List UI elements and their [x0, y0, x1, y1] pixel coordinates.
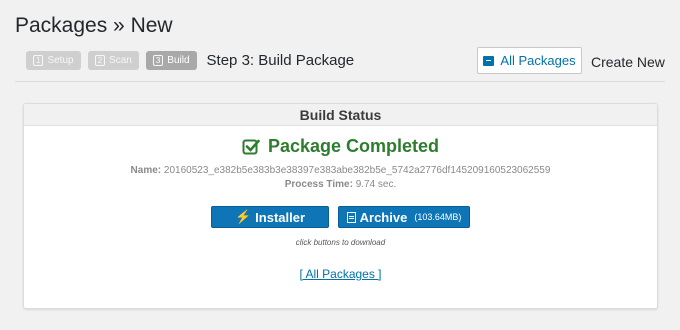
name-label: Name: — [130, 165, 162, 176]
installer-download-button[interactable]: ⚡ Installer — [211, 206, 329, 228]
archive-label: Archive — [359, 209, 408, 225]
time-value: 9.74 sec. — [355, 179, 397, 190]
step-number: 1 — [33, 55, 44, 66]
step-scan: 2 Scan — [87, 51, 139, 70]
page-title: Packages » New — [15, 14, 173, 37]
step-setup: 1 Setup — [26, 51, 81, 70]
step-label: Scan — [109, 55, 132, 66]
step-number: 3 — [152, 55, 164, 66]
archive-download-button[interactable]: Archive (103.64MB) — [338, 206, 470, 228]
panel-title: Build Status — [24, 104, 657, 126]
download-hint: click buttons to download — [295, 238, 386, 247]
all-packages-button[interactable]: All Packages — [477, 47, 582, 74]
all-packages-link[interactable]: [ All Packages ] — [24, 267, 657, 281]
completed-message: Package Completed — [24, 136, 657, 157]
name-value: 20160523_e382b5e383b3e38397e383abe382b5e… — [163, 165, 551, 176]
process-time: Process Time: 9.74 sec. — [24, 179, 657, 190]
build-status-panel: Build Status Package Completed Name: 201… — [23, 103, 658, 309]
create-new-link[interactable]: Create New — [591, 54, 665, 70]
installer-label: Installer — [255, 209, 306, 225]
package-icon — [483, 55, 495, 66]
step-number: 2 — [94, 55, 106, 66]
all-packages-label: All Packages — [500, 53, 576, 68]
document-icon — [346, 211, 356, 223]
step-label: Setup — [47, 55, 74, 66]
step-caption: Step 3: Build Package — [206, 52, 355, 69]
header-divider — [15, 81, 665, 82]
package-name: Name: 20160523_e382b5e383b3e38397e383abe… — [24, 165, 657, 176]
completed-label: Package Completed — [267, 136, 440, 156]
time-label: Process Time: — [284, 179, 353, 190]
check-icon — [242, 139, 260, 154]
archive-size: (103.64MB) — [414, 212, 462, 222]
bolt-icon: ⚡ — [234, 209, 252, 224]
step-build: 3 Build — [145, 51, 197, 70]
wizard-steps: 1 Setup 2 Scan 3 Build Step 3: Build Pac… — [26, 51, 354, 70]
step-label: Build — [167, 55, 190, 66]
